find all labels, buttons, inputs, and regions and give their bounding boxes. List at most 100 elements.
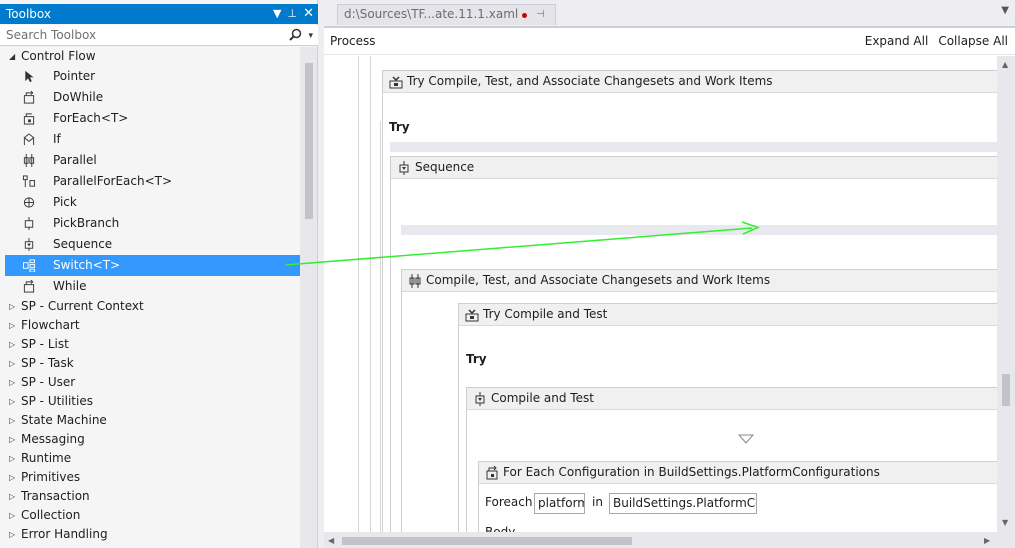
pickbranch-icon — [24, 217, 34, 230]
toolbox-item[interactable]: Sequence — [0, 234, 300, 255]
close-icon[interactable]: ✕ — [303, 4, 314, 24]
nesting-line — [358, 56, 359, 532]
expand-arrow-icon[interactable]: ▷ — [9, 430, 15, 449]
toolbox-category[interactable]: ▷ SP - User — [0, 373, 300, 392]
expand-arrow-icon[interactable]: ▷ — [9, 525, 15, 544]
activity-title: Compile, Test, and Associate Changesets … — [426, 273, 771, 287]
toolbox-item[interactable]: Switch<T> — [5, 255, 300, 276]
activity-header[interactable]: Sequence — [391, 157, 997, 179]
foreach-variable-input[interactable]: platform — [534, 493, 585, 514]
designer-horizontal-scrollbar[interactable]: ◀ ▶ — [324, 532, 997, 548]
expand-arrow-icon[interactable]: ▷ — [9, 316, 15, 335]
toolbox-category[interactable]: ▷ State Machine — [0, 411, 300, 430]
expand-arrow-icon[interactable]: ▷ — [9, 506, 15, 525]
scroll-left-icon[interactable]: ◀ — [328, 536, 334, 545]
toolbox-item[interactable]: If — [0, 129, 300, 150]
tab-dropdown-icon[interactable]: ▼ — [1001, 5, 1009, 16]
expand-arrow-icon[interactable]: ▷ — [9, 411, 15, 430]
expand-all-button[interactable]: Expand All — [865, 28, 929, 54]
toolbox-category[interactable]: ▷ Error Handling — [0, 525, 300, 544]
search-options-icon[interactable]: ▾ — [308, 26, 313, 46]
toolbox-category[interactable]: ▷ Primitives — [0, 468, 300, 487]
search-icon[interactable] — [289, 28, 302, 41]
activity-header[interactable]: Try Compile, Test, and Associate Changes… — [383, 71, 997, 93]
foreach-collection-input[interactable]: BuildSettings.PlatformCor — [609, 493, 757, 514]
scrollbar-thumb[interactable] — [1002, 374, 1010, 406]
expand-triangle-icon[interactable] — [738, 434, 754, 444]
expand-arrow-icon[interactable]: ▷ — [9, 373, 15, 392]
document-tab-strip: d:\Sources\TF...ate.11.1.xaml ⊣ ▼ — [324, 0, 1015, 26]
toolbox-category[interactable]: ▷ Flowchart — [0, 316, 300, 335]
category-control-flow[interactable]: ◢ Control Flow — [0, 47, 300, 66]
dropdown-icon[interactable]: ▼ — [273, 4, 281, 24]
category-label: SP - List — [21, 337, 69, 351]
scrollbar-thumb[interactable] — [342, 537, 632, 545]
category-label: SP - Current Context — [21, 299, 144, 313]
drop-zone-highlight[interactable] — [401, 225, 997, 235]
scroll-right-icon[interactable]: ▶ — [984, 536, 990, 545]
category-label: Flowchart — [21, 318, 80, 332]
toolbox-category[interactable]: ▷ SP - Current Context — [0, 297, 300, 316]
toolbox-item[interactable]: Parallel — [0, 150, 300, 171]
toolbox-item[interactable]: ForEach<T> — [0, 108, 300, 129]
activity-header[interactable]: Compile, Test, and Associate Changesets … — [402, 270, 997, 292]
category-label: Transaction — [21, 489, 90, 503]
toolbox-category[interactable]: ▷ SP - Utilities — [0, 392, 300, 411]
collapse-arrow-icon[interactable]: ◢ — [9, 47, 15, 66]
toolbox-item-label: Pick — [53, 195, 77, 209]
toolbox-item-label: DoWhile — [53, 90, 104, 104]
switch-icon — [22, 259, 36, 272]
activity-title: Try Compile, Test, and Associate Changes… — [407, 74, 773, 88]
expand-arrow-icon[interactable]: ▷ — [9, 449, 15, 468]
expand-arrow-icon[interactable]: ▷ — [9, 297, 15, 316]
expand-arrow-icon[interactable]: ▷ — [9, 354, 15, 373]
activity-header[interactable]: For Each Configuration in BuildSettings.… — [479, 462, 997, 484]
designer-vertical-scrollbar[interactable]: ▲ ▼ — [997, 56, 1015, 532]
category-label: State Machine — [21, 413, 107, 427]
toolbox-category[interactable]: ▷ SP - List — [0, 335, 300, 354]
category-label: Primitives — [21, 470, 81, 484]
activity-header[interactable]: Compile and Test — [467, 388, 997, 410]
expand-arrow-icon[interactable]: ▷ — [9, 468, 15, 487]
category-label: SP - User — [21, 375, 76, 389]
tab-pin-icon[interactable]: ⊣ — [536, 5, 545, 24]
breadcrumb-process[interactable]: Process — [330, 34, 376, 48]
toolbox-category[interactable]: ▷ Messaging — [0, 430, 300, 449]
toolbox-item[interactable]: PickBranch — [0, 213, 300, 234]
toolbox-item[interactable]: While — [0, 276, 300, 297]
toolbox-category[interactable]: ▷ SP - Task — [0, 354, 300, 373]
scrollbar-thumb[interactable] — [305, 63, 313, 219]
toolbox-item-label: Pointer — [53, 69, 96, 83]
scroll-corner — [997, 532, 1015, 548]
breadcrumb: Process Expand All Collapse All — [324, 28, 1015, 55]
toolbox-item[interactable]: Pointer — [0, 66, 300, 87]
expand-arrow-icon[interactable]: ▷ — [9, 487, 15, 506]
toolbox-category[interactable]: ▷ Transaction — [0, 487, 300, 506]
toolbox-item[interactable]: ParallelForEach<T> — [0, 171, 300, 192]
toolbox-category[interactable]: ▷ Runtime — [0, 449, 300, 468]
pin-icon[interactable]: ⊥ — [288, 4, 298, 24]
toolbox-tree: ◢ Control Flow Pointer DoWhile ForEach<T> I… — [0, 47, 300, 544]
toolbox-search-input[interactable]: Search Toolbox ▾ — [0, 25, 318, 46]
foreach-icon — [23, 113, 35, 125]
search-placeholder: Search Toolbox — [6, 28, 97, 42]
designer-canvas[interactable]: Try Compile, Test, and Associate Changes… — [324, 56, 997, 532]
scroll-down-icon[interactable]: ▼ — [1002, 518, 1008, 527]
toolbox-category[interactable]: ▷ Collection — [0, 506, 300, 525]
expand-arrow-icon[interactable]: ▷ — [9, 335, 15, 354]
body-label: Body — [485, 525, 516, 532]
parallel-icon — [23, 154, 35, 167]
drop-zone[interactable] — [390, 142, 997, 152]
expand-arrow-icon[interactable]: ▷ — [9, 392, 15, 411]
category-label: SP - Utilities — [21, 394, 93, 408]
toolbox-item-label: Switch<T> — [53, 258, 121, 272]
toolbox-item[interactable]: DoWhile — [0, 87, 300, 108]
toolbox-scrollbar[interactable] — [300, 47, 317, 548]
try-catch-icon — [389, 76, 403, 89]
activity-header[interactable]: Try Compile and Test — [459, 304, 997, 326]
document-tab[interactable]: d:\Sources\TF...ate.11.1.xaml ⊣ — [337, 4, 556, 25]
collapse-all-button[interactable]: Collapse All — [938, 28, 1008, 54]
scroll-up-icon[interactable]: ▲ — [1002, 60, 1008, 69]
toolbox-item[interactable]: Pick — [0, 192, 300, 213]
visual-studio-window: Toolbox ▼ ⊥ ✕ Search Toolbox ▾ ◢ Control… — [0, 0, 1015, 548]
